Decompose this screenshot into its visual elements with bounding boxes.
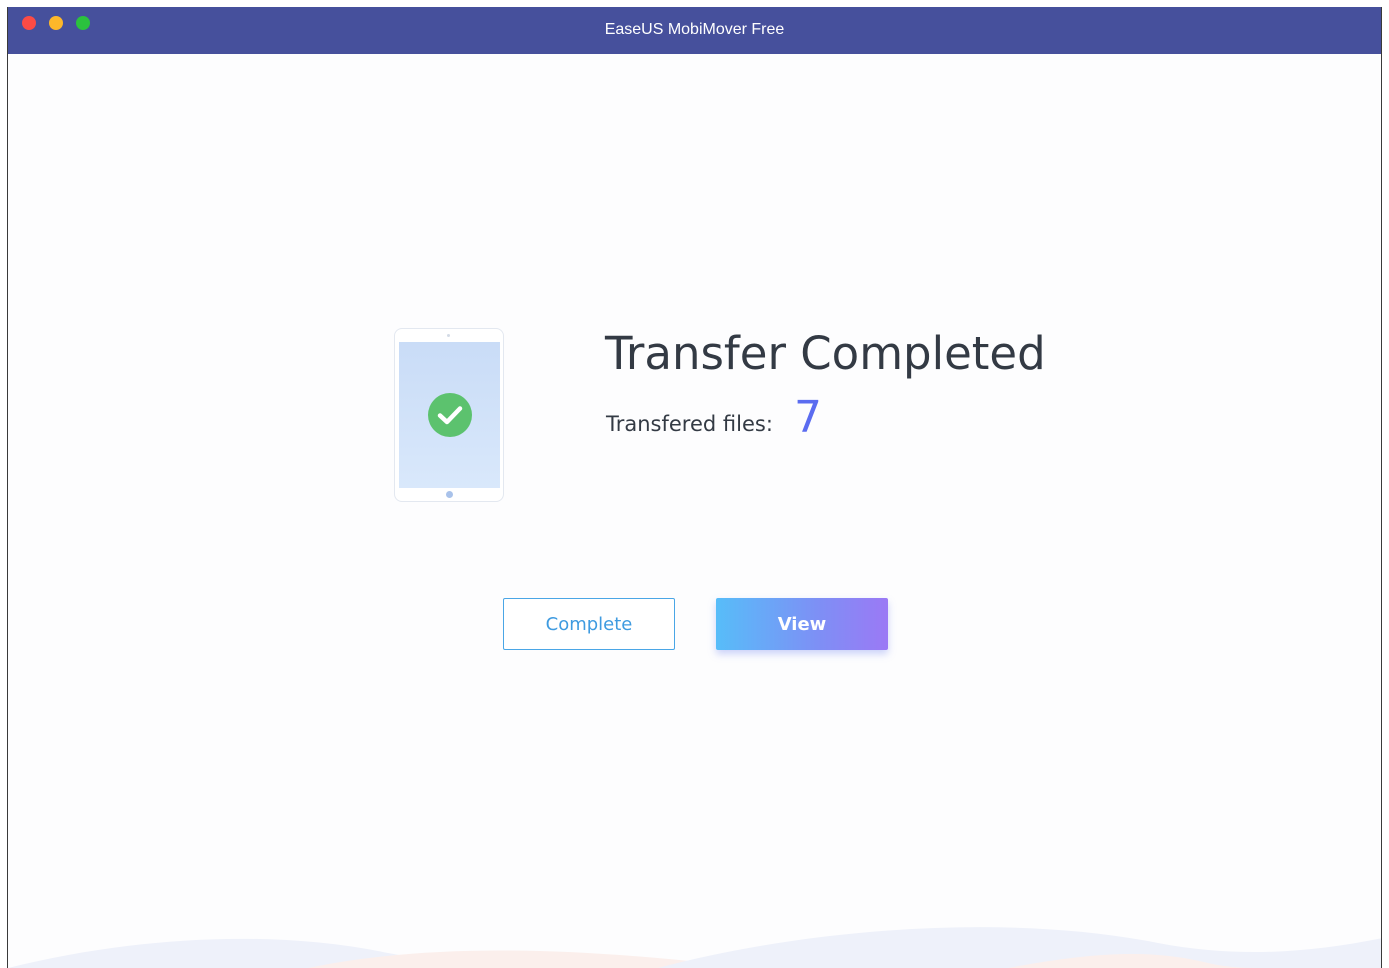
window-title: EaseUS MobiMover Free — [604, 21, 785, 38]
view-button[interactable]: View — [716, 598, 888, 650]
tablet-camera — [447, 334, 450, 337]
check-circle-icon — [428, 393, 472, 437]
complete-button[interactable]: Complete — [503, 598, 675, 650]
transferred-files-label: Transfered files: — [606, 412, 773, 436]
tablet-home-button — [446, 491, 453, 498]
tablet-illustration — [394, 328, 504, 502]
tablet-screen — [399, 342, 500, 488]
decorative-waves — [8, 927, 1381, 968]
transferred-files-count: 7 — [794, 392, 822, 443]
transfer-completed-heading: Transfer Completed — [605, 327, 1046, 380]
app-window: EaseUS MobiMover Free Transfer Completed… — [7, 7, 1382, 968]
title-bar: EaseUS MobiMover Free — [8, 7, 1381, 54]
